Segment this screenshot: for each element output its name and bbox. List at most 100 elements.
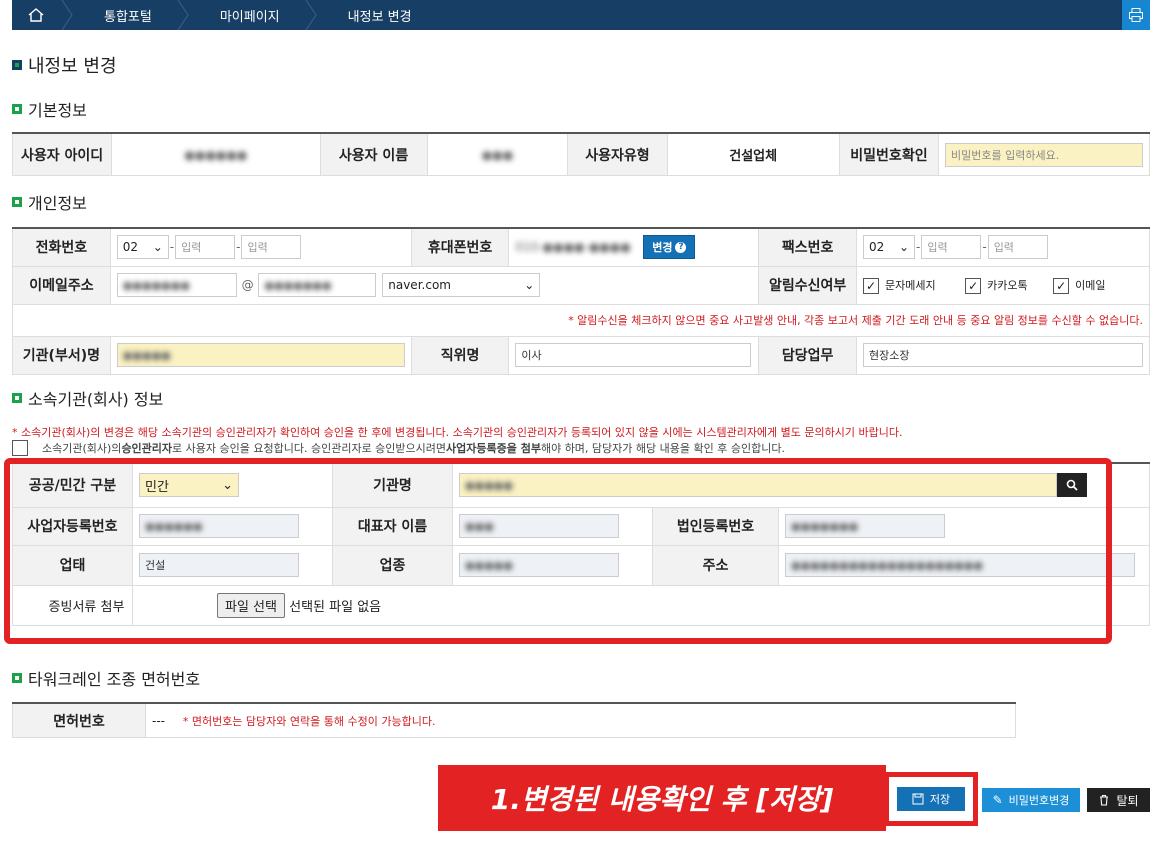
notify-email-label: 이메일 xyxy=(1075,278,1106,292)
notify-kakao-label: 카카오톡 xyxy=(987,278,1028,292)
ceo-input[interactable]: ●●● xyxy=(459,514,619,538)
breadcrumb-bar: 통합포털 마이페이지 내정보 변경 xyxy=(12,0,1150,30)
pencil-icon: ✎ xyxy=(992,793,1003,807)
user-type-value: 건설업체 xyxy=(666,132,840,176)
mobile-label: 휴대폰번호 xyxy=(410,227,510,267)
bullet-icon xyxy=(12,673,22,683)
user-name-label: 사용자 이름 xyxy=(319,132,428,176)
chevron-right-icon xyxy=(61,0,73,30)
basic-info-table: 사용자 아이디 ●●●●●● 사용자 이름 ●●● 사용자유형 건설업체 비밀번… xyxy=(11,132,1150,176)
email-domain-select[interactable]: naver.com ⌄ xyxy=(382,272,541,297)
fax-last-input[interactable]: 입력 xyxy=(987,235,1048,260)
email-label: 이메일주소 xyxy=(12,265,111,305)
notify-label: 알림수신여부 xyxy=(758,265,857,305)
instruction-callout: 1.변경된 내용확인 후 [저장] xyxy=(438,765,886,831)
breadcrumb-item[interactable]: 마이페이지 xyxy=(190,0,304,30)
save-icon xyxy=(912,793,924,805)
license-value: --- xyxy=(152,713,165,728)
notify-notice: * 알림수신을 체크하지 않으면 중요 사고발생 안내, 각종 보고서 제출 기… xyxy=(12,303,1150,337)
breadcrumb-item[interactable]: 통합포털 xyxy=(74,0,176,30)
phone-label: 전화번호 xyxy=(12,227,111,267)
section-title-basic: 기본정보 xyxy=(12,97,87,121)
mobile-change-button[interactable]: 변경? xyxy=(643,235,696,260)
pw-confirm-input[interactable]: 비밀번호를 입력하세요. xyxy=(945,142,1143,167)
notify-sms-label: 문자메세지 xyxy=(885,278,936,292)
org-name-input[interactable]: ●●●●● xyxy=(459,473,1057,498)
chevron-down-icon: ⌄ xyxy=(152,240,163,255)
chevron-down-icon: ⌄ xyxy=(222,477,233,493)
biz-no-input[interactable]: ●●●●●● xyxy=(139,514,299,538)
pw-confirm-label: 비밀번호확인 xyxy=(838,132,940,176)
license-label: 면허번호 xyxy=(12,702,146,738)
duty-input[interactable]: 현장소장 xyxy=(863,343,1143,367)
dept-input[interactable]: ●●●●● xyxy=(116,343,405,367)
file-select-button[interactable]: 파일 선택 xyxy=(217,592,285,618)
dept-label: 기관(부서)명 xyxy=(12,335,111,375)
notify-email-checkbox[interactable]: ✓ xyxy=(1053,277,1070,294)
user-id-value: ●●●●●● xyxy=(184,147,248,162)
search-icon xyxy=(1066,479,1078,491)
save-button[interactable]: 저장 xyxy=(897,787,965,811)
breadcrumb-item: 내정보 변경 xyxy=(347,9,412,25)
mobile-value: 010-●●●●-●●●● xyxy=(515,240,631,255)
corp-no-input[interactable]: ●●●●●●● xyxy=(785,514,945,538)
phone-last-input[interactable]: 입력 xyxy=(241,235,302,260)
address-label: 주소 xyxy=(652,544,779,586)
fax-area-select[interactable]: 02 ⌄ xyxy=(863,235,915,260)
user-type-label: 사용자유형 xyxy=(567,132,668,176)
bullet-icon xyxy=(12,60,22,70)
chevron-right-icon xyxy=(305,0,317,30)
section-title-personal: 개인정보 xyxy=(12,190,87,214)
position-input[interactable]: 이사 xyxy=(515,343,752,367)
chevron-down-icon: ⌄ xyxy=(898,240,909,255)
approval-request-checkbox[interactable] xyxy=(12,440,28,456)
biz-type-label: 업태 xyxy=(12,544,133,586)
bullet-icon xyxy=(12,197,22,207)
section-title-license: 타워크레인 조종 면허번호 xyxy=(12,666,200,690)
biz-no-label: 사업자등록번호 xyxy=(12,506,133,546)
search-button[interactable] xyxy=(1057,473,1087,498)
withdraw-button[interactable]: 탈퇴 xyxy=(1087,788,1150,812)
phone-area-select[interactable]: 02 ⌄ xyxy=(116,235,169,260)
biz-item-input[interactable]: ●●●●● xyxy=(459,553,619,577)
trash-icon xyxy=(1100,794,1109,806)
phone-mid-input[interactable]: 입력 xyxy=(175,235,236,260)
bullet-icon xyxy=(12,104,22,114)
org-type-select[interactable]: 민간 ⌄ xyxy=(139,473,239,498)
save-highlight: 저장 xyxy=(884,772,978,826)
user-name-value: ●●● xyxy=(481,147,514,162)
license-table: 면허번호 --- * 면허번호는 담당자와 연락을 통해 수정이 가능합니다. xyxy=(12,702,1016,738)
license-notice: * 면허번호는 담당자와 연락을 통해 수정이 가능합니다. xyxy=(182,714,436,728)
chevron-right-icon xyxy=(177,0,189,30)
approval-request: 소속기관(회사)의 승인관리자 로 사용자 승인을 요청합니다. 승인관리자로 승… xyxy=(12,440,785,456)
ceo-label: 대표자 이름 xyxy=(332,506,453,546)
print-button[interactable] xyxy=(1122,0,1150,30)
corp-no-label: 법인등록번호 xyxy=(652,506,779,546)
email-id-input[interactable]: ●●●●●●● xyxy=(116,273,237,298)
file-status: 선택된 파일 없음 xyxy=(289,599,382,615)
notify-sms-checkbox[interactable]: ✓ xyxy=(863,277,879,294)
attach-label: 증빙서류 첨부 xyxy=(12,584,133,626)
notify-kakao-checkbox[interactable]: ✓ xyxy=(965,277,982,294)
change-password-button[interactable]: ✎ 비밀번호변경 xyxy=(982,788,1080,812)
org-info-table: 공공/민간 구분 민간 ⌄ 기관명 ●●●●● 사업자등록번호 ●●●●●● 대표… xyxy=(12,462,1150,626)
personal-info-table: 전화번호 02 ⌄ - 입력 - 입력 휴대폰번호 010-●●●●-●●●● 변경? 팩… xyxy=(12,227,1150,375)
page-title: 내정보 변경 xyxy=(12,52,117,78)
org-name-label: 기관명 xyxy=(332,462,453,508)
printer-icon xyxy=(1129,8,1143,22)
email-domain-input[interactable]: ●●●●●●● xyxy=(258,273,377,298)
position-label: 직위명 xyxy=(410,335,510,375)
org-type-label: 공공/민간 구분 xyxy=(12,462,133,508)
bullet-icon xyxy=(12,393,22,403)
org-notice: * 소속기관(회사)의 변경은 해당 소속기관의 승인관리자가 확인하여 승인을… xyxy=(12,426,903,439)
address-input[interactable]: ●●●●●●●●●●●●●●●●●●●● xyxy=(785,553,1135,577)
biz-type-input[interactable]: 건설 xyxy=(139,553,299,577)
user-id-label: 사용자 아이디 xyxy=(11,132,113,176)
fax-label: 팩스번호 xyxy=(758,227,857,267)
home-icon[interactable] xyxy=(12,0,60,30)
duty-label: 담당업무 xyxy=(758,335,857,375)
fax-mid-input[interactable]: 입력 xyxy=(921,235,982,260)
biz-item-label: 업종 xyxy=(332,544,453,586)
chevron-down-icon: ⌄ xyxy=(524,277,535,292)
section-title-org: 소속기관(회사) 정보 xyxy=(12,386,163,410)
